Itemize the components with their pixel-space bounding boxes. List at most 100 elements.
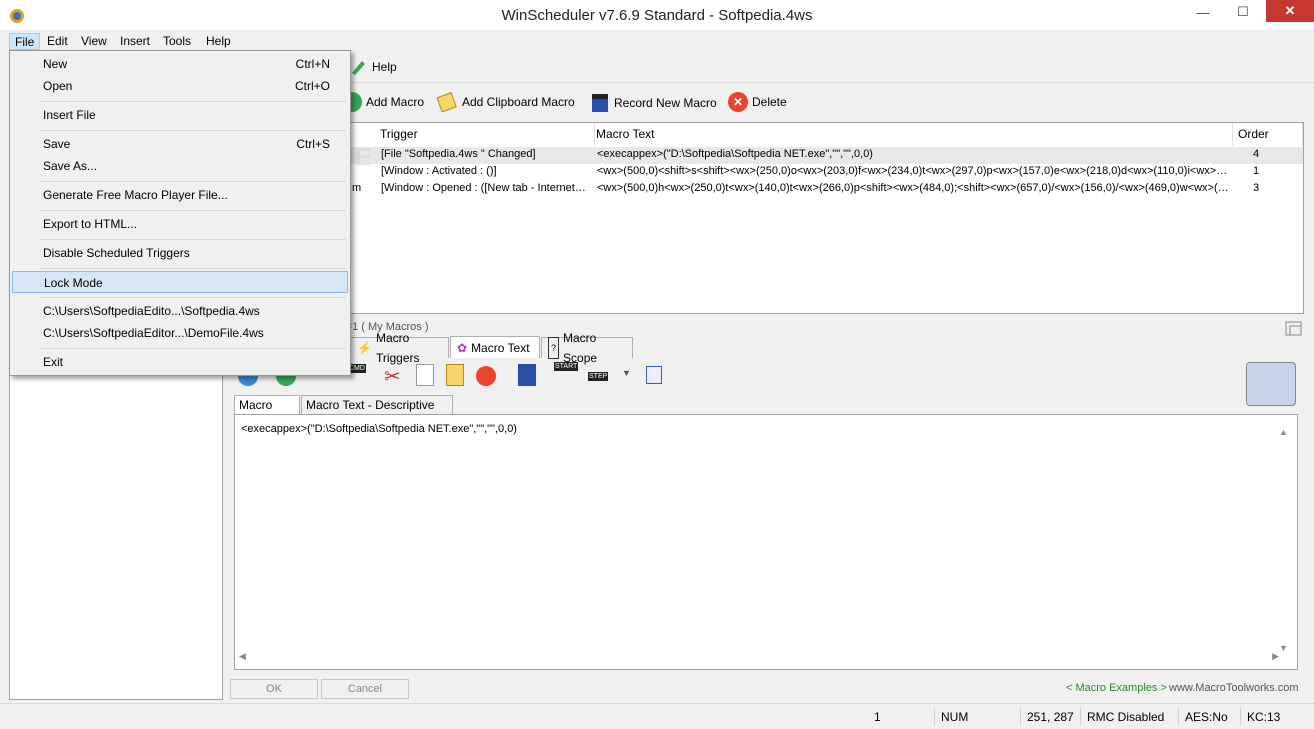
menu-item-new[interactable]: New Ctrl+N (12, 53, 348, 75)
ok-button[interactable]: OK (230, 679, 318, 699)
window-restore-icon[interactable] (1284, 320, 1304, 338)
tab-macro-scope[interactable]: ? Macro Scope (541, 331, 633, 365)
window-title: WinScheduler v7.6.9 Standard - Softpedia… (501, 7, 813, 24)
clapper-icon (592, 94, 608, 112)
clipboard-icon (436, 92, 457, 112)
menu-separator (40, 101, 346, 102)
help-button[interactable]: Help (348, 57, 397, 77)
cell-order: 1 (1253, 165, 1260, 177)
status-aes: AES:No (1178, 708, 1238, 726)
menu-item-export-html[interactable]: Export to HTML... (12, 213, 348, 235)
status-num: NUM (934, 708, 1020, 726)
add-macro-label: Add Macro (366, 95, 425, 109)
clapper-icon[interactable] (518, 364, 536, 386)
delete-icon[interactable] (476, 366, 496, 386)
table-row[interactable]: [File "Softpedia.4ws " Changed] <execapp… (231, 147, 1303, 164)
gear-icon: ✿ (457, 340, 468, 355)
tab-macro-text[interactable]: ✿ Macro Text (450, 336, 540, 358)
menu-item-recent-2[interactable]: C:\Users\SoftpediaEditor...\DemoFile.4ws (12, 322, 348, 344)
editor-text[interactable]: <execappex>("D:\Softpedia\Softpedia NET.… (241, 423, 517, 435)
status-position: 251, 287 (1020, 708, 1078, 726)
cell-macro-text: <wx>(500,0)h<wx>(250,0)t<wx>(140,0)t<wx>… (597, 182, 1229, 194)
cell-order: 3 (1253, 182, 1260, 194)
horizontal-scrollbar[interactable]: ◀ ▶ (239, 651, 1279, 665)
menu-separator (40, 181, 346, 182)
trigger-icon: ⚡ (357, 341, 372, 355)
status-line: 1 (874, 710, 881, 724)
minimize-button[interactable]: — (1188, 0, 1218, 24)
cell-trigger: [Window : Opened : ([New tab - Internet … (381, 182, 586, 194)
vertical-scrollbar[interactable]: ▲ ▼ (1279, 419, 1293, 653)
menu-item-open[interactable]: Open Ctrl+O (12, 75, 348, 97)
menu-separator (40, 348, 346, 349)
cell-trigger: [Window : Activated : ()] (381, 165, 497, 177)
add-clipboard-label: Add Clipboard Macro (462, 95, 575, 109)
cell-trigger: [File "Softpedia.4ws " Changed] (381, 148, 536, 160)
menu-separator (40, 268, 346, 269)
subtab-macro-text[interactable]: Macro Text (234, 395, 300, 430)
add-macro-button[interactable]: Add Macro (342, 92, 424, 112)
menu-separator (40, 239, 346, 240)
cell-name: m (352, 182, 362, 194)
help-icon (352, 61, 365, 75)
menu-separator (40, 210, 346, 211)
record-label: Record New Macro (614, 96, 717, 110)
keyboard-icon[interactable] (1246, 362, 1296, 406)
cancel-button[interactable]: Cancel (321, 679, 409, 699)
add-clipboard-macro-button[interactable]: Add Clipboard Macro (436, 92, 575, 112)
menu-insert[interactable]: Insert (115, 33, 155, 50)
menu-item-generate-player[interactable]: Generate Free Macro Player File... (12, 184, 348, 206)
maximize-button[interactable]: ☐ (1228, 0, 1258, 24)
delete-icon: ✕ (728, 92, 748, 112)
close-button[interactable]: ✕ (1266, 0, 1314, 22)
subtab-descriptive-view[interactable]: Macro Text - Descriptive View (301, 395, 453, 430)
menu-item-insert-file[interactable]: Insert File (12, 104, 348, 126)
menu-item-save-as[interactable]: Save As... (12, 155, 348, 177)
file-menu-dropdown: New Ctrl+N Open Ctrl+O Insert File Save Ctr… (9, 50, 351, 376)
start-icon[interactable]: START (554, 362, 579, 371)
delete-label: Delete (752, 95, 787, 109)
status-bar: 1 NUM 251, 287 RMC Disabled AES:No KC:13 (0, 703, 1314, 729)
delete-button[interactable]: ✕ Delete (728, 92, 787, 112)
menu-tools[interactable]: Tools (158, 33, 196, 50)
status-kc: KC:13 (1240, 708, 1294, 726)
chevron-down-icon[interactable]: ▼ (622, 368, 631, 378)
table-row[interactable]: [Window : Activated : ()] <wx>(500,0)<sh… (231, 164, 1303, 181)
menu-item-exit[interactable]: Exit (12, 351, 348, 373)
menu-bar: File Edit View Insert Tools Help (0, 31, 1314, 51)
menu-separator (40, 297, 346, 298)
menu-view[interactable]: View (76, 33, 112, 50)
column-header-trigger[interactable]: Trigger (375, 123, 595, 146)
editor-toolbar: CMD CMD ✂ START STEP ▼ (230, 360, 1310, 406)
menu-file[interactable]: File (9, 33, 41, 50)
main-toolbar: Help (230, 51, 1314, 83)
table-row[interactable]: m [Window : Opened : ([New tab - Interne… (231, 181, 1303, 198)
record-macro-button[interactable]: Record New Macro (590, 92, 717, 114)
step-icon[interactable]: STEP (588, 372, 609, 381)
menu-item-save[interactable]: Save Ctrl+S (12, 133, 348, 155)
menu-item-lock-mode[interactable]: Lock Mode (12, 271, 348, 293)
macro-text-editor[interactable]: <execappex>("D:\Softpedia\Softpedia NET.… (234, 414, 1298, 670)
copy-icon[interactable] (416, 364, 434, 386)
cell-order: 4 (1253, 148, 1260, 160)
tab-label: Macro Text (471, 340, 530, 355)
help-label: Help (372, 60, 397, 74)
macro-toolbar: Add Macro Add Clipboard Macro Record New… (230, 86, 1314, 120)
menu-help[interactable]: Help (201, 33, 236, 50)
menu-separator (40, 130, 346, 131)
status-rmc: RMC Disabled (1080, 708, 1176, 726)
cell-macro-text: <execappex>("D:\Softpedia\Softpedia NET.… (597, 148, 873, 160)
menu-edit[interactable]: Edit (42, 33, 73, 50)
cut-icon[interactable]: ✂ (384, 364, 401, 389)
website-link[interactable]: www.MacroToolworks.com (1169, 682, 1299, 694)
paste-icon[interactable] (446, 364, 464, 386)
column-header-macro-text[interactable]: Macro Text (591, 123, 1233, 146)
macro-grid[interactable]: Trigger Macro Text Order [File "Softpedi… (230, 122, 1304, 314)
menu-item-recent-1[interactable]: C:\Users\SoftpediaEdito...\Softpedia.4ws (12, 300, 348, 322)
menu-item-disable-triggers[interactable]: Disable Scheduled Triggers (12, 242, 348, 264)
title-bar: WinScheduler v7.6.9 Standard - Softpedia… (0, 0, 1314, 31)
list-icon[interactable] (646, 366, 662, 384)
macro-examples-link[interactable]: < Macro Examples > (1066, 682, 1167, 694)
tab-macro-triggers[interactable]: ⚡ Macro Triggers (350, 331, 449, 365)
column-header-order[interactable]: Order (1233, 123, 1303, 146)
